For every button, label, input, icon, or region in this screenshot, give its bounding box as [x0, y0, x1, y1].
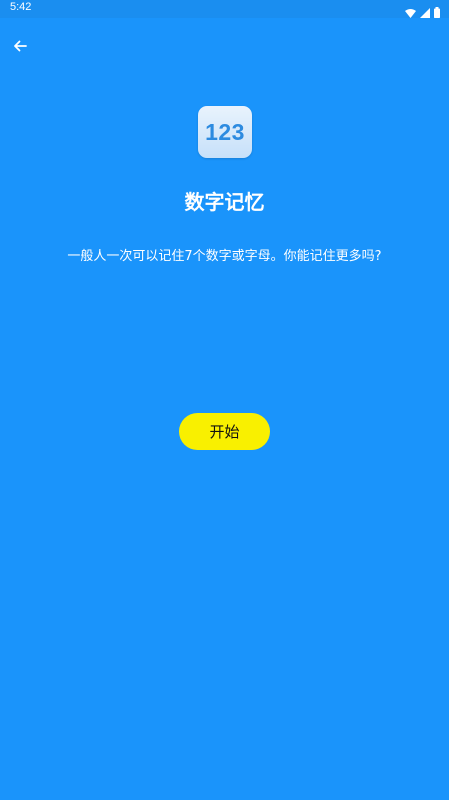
page-title: 数字记忆 [184, 190, 265, 214]
wifi-icon [405, 3, 416, 22]
app-logo: 123 [198, 106, 252, 158]
back-button[interactable] [9, 36, 31, 58]
signal-icon [420, 3, 430, 22]
start-button[interactable]: 开始 [179, 413, 270, 450]
description-text: 一般人一次可以记住7个数字或字母。你能记住更多吗? [67, 249, 382, 264]
arrow-left-icon [13, 38, 27, 57]
status-icons [405, 3, 440, 22]
battery-icon [434, 3, 440, 22]
status-time: 5:42 [10, 1, 32, 13]
status-bar: 5:42 [0, 0, 449, 18]
logo-text: 123 [205, 118, 245, 145]
